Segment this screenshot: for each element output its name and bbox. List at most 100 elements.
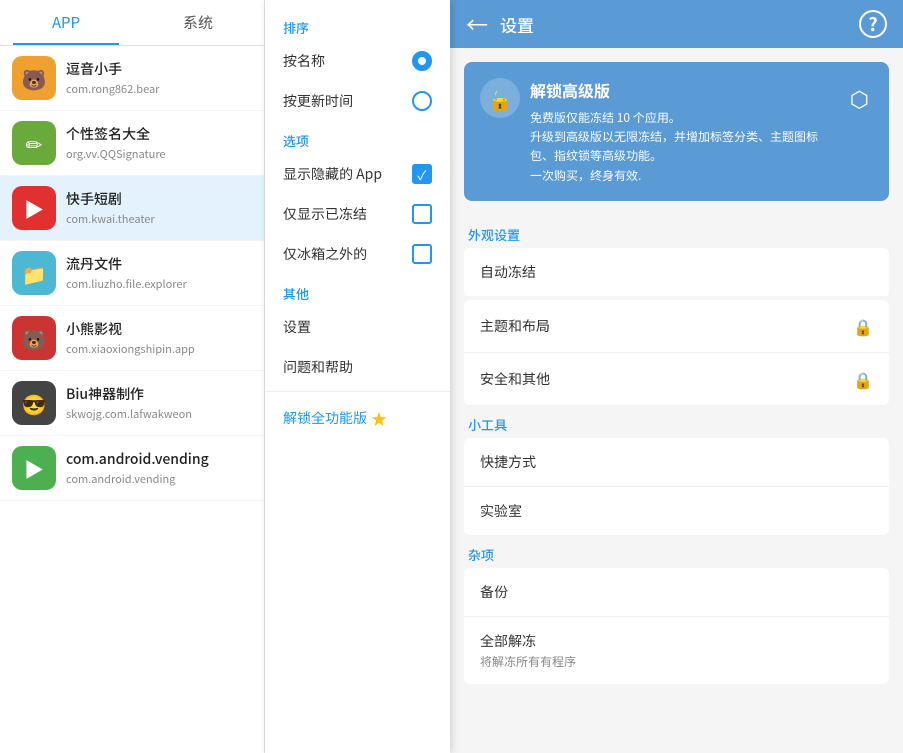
menu-divider (265, 391, 450, 392)
app-pkg: org.vv.QQSignature (66, 146, 166, 162)
app-pkg: com.rong862.bear (66, 81, 159, 97)
security-label: 安全和其他 (480, 369, 550, 389)
tab-bar: APP 系统 (0, 0, 264, 46)
shortcuts-label: 快捷方式 (480, 452, 536, 472)
options-section-label: 选项 (265, 121, 450, 154)
list-item[interactable]: ✏ 个性签名大全 org.vv.QQSignature (0, 111, 264, 176)
lab-item[interactable]: 实验室 (464, 487, 889, 535)
app-pkg: com.kwai.theater (66, 211, 155, 227)
settings-label: 设置 (283, 317, 311, 337)
list-item[interactable]: ▶ 快手短剧 com.kwai.theater (0, 176, 264, 241)
list-item[interactable]: 🐻 逗音小手 com.rong862.bear (0, 46, 264, 111)
app-name: 逗音小手 (66, 59, 159, 79)
sort-by-name[interactable]: 按名称 (265, 41, 450, 81)
help-button[interactable]: ? (859, 10, 887, 38)
security-item[interactable]: 安全和其他 🔒 (464, 353, 889, 405)
misc-group: 备份 全部解冻 将解冻所有有程序 (464, 568, 889, 684)
list-item[interactable]: ▶ com.android.vending com.android.vending (0, 436, 264, 501)
unlock-full-version[interactable]: 解锁全功能版 ★ (265, 396, 450, 440)
unfreeze-all-item[interactable]: 全部解冻 将解冻所有有程序 (464, 617, 889, 684)
upgrade-card[interactable]: 🔓 解锁高级版 免费版仅能冻结 10 个应用。升级到高级版以无限冻结，并增加标签… (464, 62, 889, 201)
upgrade-title: 解锁高级版 (530, 78, 818, 102)
backup-label: 备份 (480, 582, 508, 602)
tab-system[interactable]: 系统 (132, 0, 264, 45)
help-label: 问题和帮助 (283, 357, 353, 377)
list-item[interactable]: 📁 流丹文件 com.liuzho.file.explorer (0, 241, 264, 306)
page-title: 设置 (500, 12, 534, 37)
app-icon: ▶ (12, 186, 56, 230)
appearance-group: 自动冻结 (464, 248, 889, 298)
star-icon: ★ (371, 406, 387, 430)
upgrade-arrow-icon[interactable]: ⬡ (846, 78, 873, 118)
app-icon: 🐻 (12, 56, 56, 100)
app-name: 流丹文件 (66, 254, 187, 274)
tab-app[interactable]: APP (0, 0, 132, 45)
app-name: 快手短剧 (66, 189, 155, 209)
settings-content: 🔓 解锁高级版 免费版仅能冻结 10 个应用。升级到高级版以无限冻结，并增加标签… (450, 48, 903, 753)
sort-by-time-label: 按更新时间 (283, 91, 353, 111)
settings-menu-item[interactable]: 设置 (265, 307, 450, 347)
unfreeze-all-sub: 将解冻所有有程序 (480, 653, 576, 670)
unlock-full-label: 解锁全功能版 (283, 408, 367, 428)
backup-item[interactable]: 备份 (464, 568, 889, 617)
app-icon: 📁 (12, 251, 56, 295)
upgrade-desc: 免费版仅能冻结 10 个应用。升级到高级版以无限冻结，并增加标签分类、主题图标包… (530, 108, 818, 185)
lock-icon-security: 🔒 (853, 367, 873, 391)
app-pkg: com.android.vending (66, 471, 209, 487)
left-panel: APP 系统 🐻 逗音小手 com.rong862.bear ✏ 个性签名大全 org.v… (0, 0, 265, 753)
theme-security-group: 主题和布局 🔒 安全和其他 🔒 (464, 300, 889, 405)
list-item[interactable]: 😎 Biu神器制作 skwojg.com.lafwakweon (0, 371, 264, 436)
upgrade-card-left: 🔓 解锁高级版 免费版仅能冻结 10 个应用。升级到高级版以无限冻结，并增加标签… (480, 78, 818, 185)
misc-section-label: 杂项 (464, 537, 889, 568)
unfreeze-all-label: 全部解冻 (480, 631, 576, 651)
app-list: 🐻 逗音小手 com.rong862.bear ✏ 个性签名大全 org.vv.QQSig… (0, 46, 264, 753)
app-name: 个性签名大全 (66, 124, 166, 144)
list-item[interactable]: 🐻 小熊影视 com.xiaoxiongshipin.app (0, 306, 264, 371)
radio-name-selected (412, 51, 432, 71)
app-name: 小熊影视 (66, 319, 195, 339)
theme-layout-item[interactable]: 主题和布局 🔒 (464, 300, 889, 353)
appearance-section-label: 外观设置 (464, 217, 889, 248)
theme-layout-label: 主题和布局 (480, 316, 550, 336)
show-hidden-option[interactable]: 显示隐藏的 App ✓ (265, 154, 450, 194)
right-panel: ← 设置 ? 🔓 解锁高级版 免费版仅能冻结 10 个应用。升级到高级版以无限冻… (450, 0, 903, 753)
back-button[interactable]: ← (466, 8, 488, 40)
auto-freeze-label: 自动冻结 (480, 262, 536, 282)
app-name: com.android.vending (66, 449, 209, 469)
app-pkg: com.liuzho.file.explorer (66, 276, 187, 292)
lock-icon-theme: 🔒 (853, 314, 873, 338)
only-frozen-option[interactable]: 仅显示已冻结 (265, 194, 450, 234)
app-pkg: skwojg.com.lafwakweon (66, 406, 192, 422)
header-left: ← 设置 (466, 8, 534, 40)
radio-time (412, 91, 432, 111)
help-menu-item[interactable]: 问题和帮助 (265, 347, 450, 387)
only-frozen-label: 仅显示已冻结 (283, 204, 367, 224)
tools-group: 快捷方式 实验室 (464, 438, 889, 535)
app-icon: ✏ (12, 121, 56, 165)
app-icon: ▶ (12, 446, 56, 490)
sort-by-time[interactable]: 按更新时间 (265, 81, 450, 121)
dropdown-menu: 排序 按名称 按更新时间 选项 显示隐藏的 App ✓ 仅显示已冻结 仅冰箱之外… (265, 0, 450, 753)
tools-section-label: 小工具 (464, 407, 889, 438)
app-pkg: com.xiaoxiongshipin.app (66, 341, 195, 357)
app-icon: 😎 (12, 381, 56, 425)
only-outside-label: 仅冰箱之外的 (283, 244, 367, 264)
other-section-label: 其他 (265, 274, 450, 307)
only-outside-checkbox[interactable] (412, 244, 432, 264)
only-outside-option[interactable]: 仅冰箱之外的 (265, 234, 450, 274)
only-frozen-checkbox[interactable] (412, 204, 432, 224)
upgrade-text: 解锁高级版 免费版仅能冻结 10 个应用。升级到高级版以无限冻结，并增加标签分类… (530, 78, 818, 185)
sort-section-label: 排序 (265, 8, 450, 41)
shortcuts-item[interactable]: 快捷方式 (464, 438, 889, 487)
sort-by-name-label: 按名称 (283, 51, 325, 71)
upgrade-icon: 🔓 (480, 78, 520, 118)
app-name: Biu神器制作 (66, 384, 192, 404)
show-hidden-label: 显示隐藏的 App (283, 164, 382, 184)
show-hidden-checkbox[interactable]: ✓ (412, 164, 432, 184)
auto-freeze-item[interactable]: 自动冻结 (464, 248, 889, 296)
unfreeze-all-text: 全部解冻 将解冻所有有程序 (480, 631, 576, 670)
check-mark: ✓ (418, 168, 427, 181)
settings-header: ← 设置 ? (450, 0, 903, 48)
app-icon: 🐻 (12, 316, 56, 360)
lab-label: 实验室 (480, 501, 522, 521)
